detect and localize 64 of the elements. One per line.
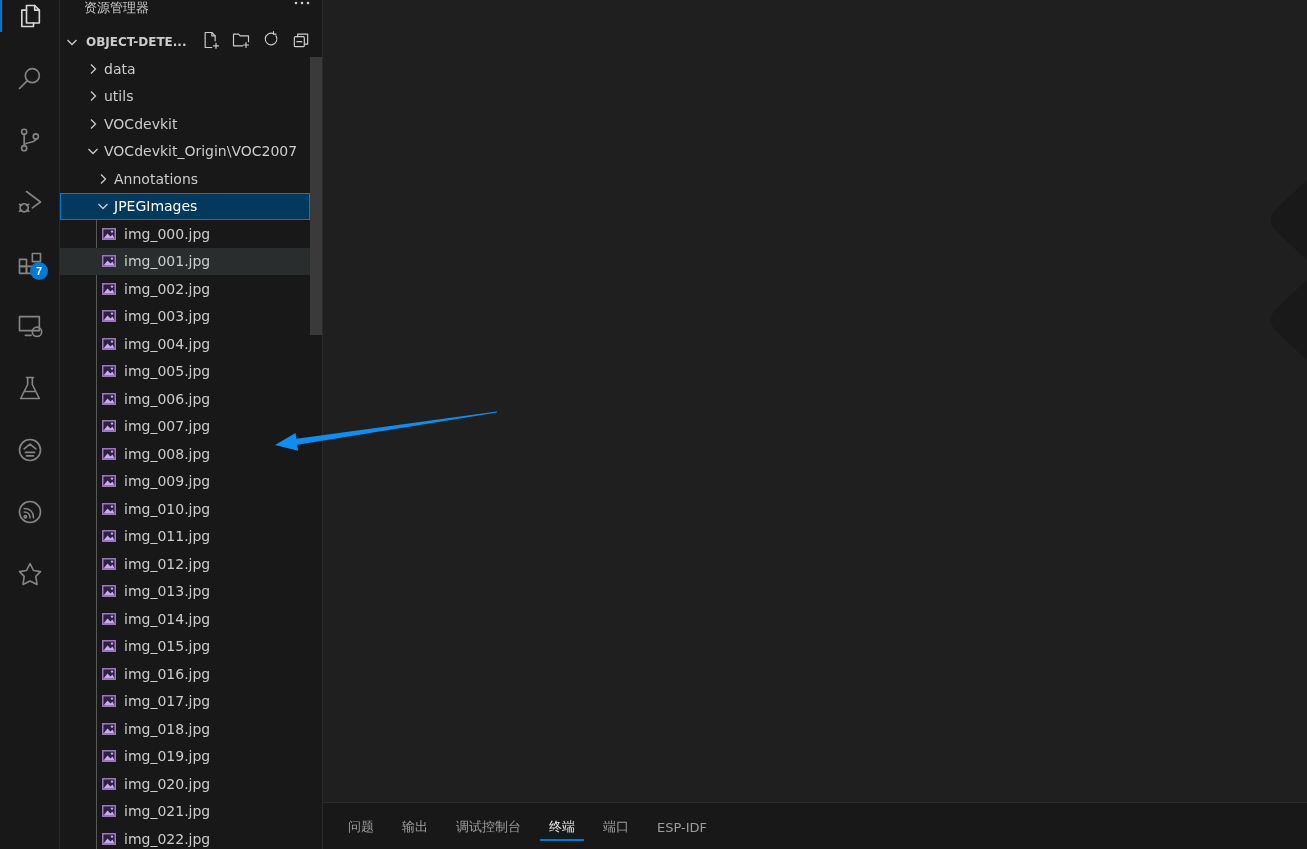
image-file-icon <box>101 584 117 599</box>
image-file-icon <box>101 776 117 791</box>
image-file-icon <box>101 749 117 764</box>
panel-tab[interactable]: ESP-IDF <box>648 815 717 841</box>
image-file-icon <box>101 529 117 544</box>
scrollbar-thumb[interactable] <box>310 57 322 335</box>
image-file-icon <box>101 721 117 736</box>
image-file-icon <box>101 391 117 406</box>
image-file-icon <box>101 611 117 626</box>
file-item[interactable]: img_019.jpg <box>60 742 310 770</box>
workspace-header[interactable]: OBJECT-DETE... <box>60 29 322 55</box>
file-item[interactable]: img_018.jpg <box>60 715 310 743</box>
image-file-icon <box>101 309 117 324</box>
image-file-icon <box>101 281 117 296</box>
file-item[interactable]: img_017.jpg <box>60 687 310 715</box>
file-item[interactable]: img_007.jpg <box>60 412 310 440</box>
panel-tab[interactable]: 问题 <box>339 815 383 841</box>
file-item[interactable]: img_005.jpg <box>60 357 310 385</box>
file-item[interactable]: img_002.jpg <box>60 275 310 303</box>
file-item[interactable]: img_008.jpg <box>60 440 310 468</box>
image-file-icon <box>101 446 117 461</box>
sidebar-title: 资源管理器 <box>84 0 149 17</box>
image-file-icon <box>101 364 117 379</box>
file-item[interactable]: img_000.jpg <box>60 220 310 248</box>
activity-bar-item[interactable]: 7 <box>0 248 59 280</box>
file-item[interactable]: img_021.jpg <box>60 797 310 825</box>
file-item[interactable]: img_014.jpg <box>60 605 310 633</box>
file-item[interactable]: img_020.jpg <box>60 770 310 798</box>
image-file-icon <box>101 694 117 709</box>
file-item[interactable]: img_006.jpg <box>60 385 310 413</box>
image-file-icon <box>101 666 117 681</box>
image-file-icon <box>101 254 117 269</box>
file-item[interactable]: img_015.jpg <box>60 632 310 660</box>
panel-tab[interactable]: 输出 <box>393 815 437 841</box>
folder-item[interactable]: Annotations <box>60 165 310 193</box>
file-item[interactable]: img_010.jpg <box>60 495 310 523</box>
file-item[interactable]: img_004.jpg <box>60 330 310 358</box>
file-item[interactable]: img_001.jpg <box>60 247 310 275</box>
panel-tab[interactable]: 终端 <box>540 815 584 841</box>
folder-item[interactable]: VOCdevkit_Origin\VOC2007 <box>60 137 310 165</box>
file-item[interactable]: img_013.jpg <box>60 577 310 605</box>
file-item[interactable]: img_016.jpg <box>60 660 310 688</box>
image-file-icon <box>101 556 117 571</box>
file-item[interactable]: img_022.jpg <box>60 825 310 849</box>
image-file-icon <box>101 474 117 489</box>
image-file-icon <box>101 501 117 516</box>
file-item[interactable]: img_012.jpg <box>60 550 310 578</box>
folder-item[interactable]: utils <box>60 82 310 110</box>
image-file-icon <box>101 419 117 434</box>
count-badge: 7 <box>30 262 48 280</box>
panel-tab[interactable]: 端口 <box>594 815 638 841</box>
folder-item[interactable]: JPEGImages <box>60 192 310 220</box>
folder-item[interactable]: data <box>60 55 310 83</box>
more-icon[interactable] <box>294 1 310 5</box>
image-file-icon <box>101 226 117 241</box>
panel-tab[interactable]: 调试控制台 <box>447 815 530 841</box>
folder-item[interactable]: VOCdevkit <box>60 110 310 138</box>
image-file-icon <box>101 336 117 351</box>
image-file-icon <box>101 639 117 654</box>
file-item[interactable]: img_003.jpg <box>60 302 310 330</box>
file-item[interactable]: img_009.jpg <box>60 467 310 495</box>
file-item[interactable]: img_011.jpg <box>60 522 310 550</box>
image-file-icon <box>101 804 117 819</box>
image-file-icon <box>101 831 117 846</box>
